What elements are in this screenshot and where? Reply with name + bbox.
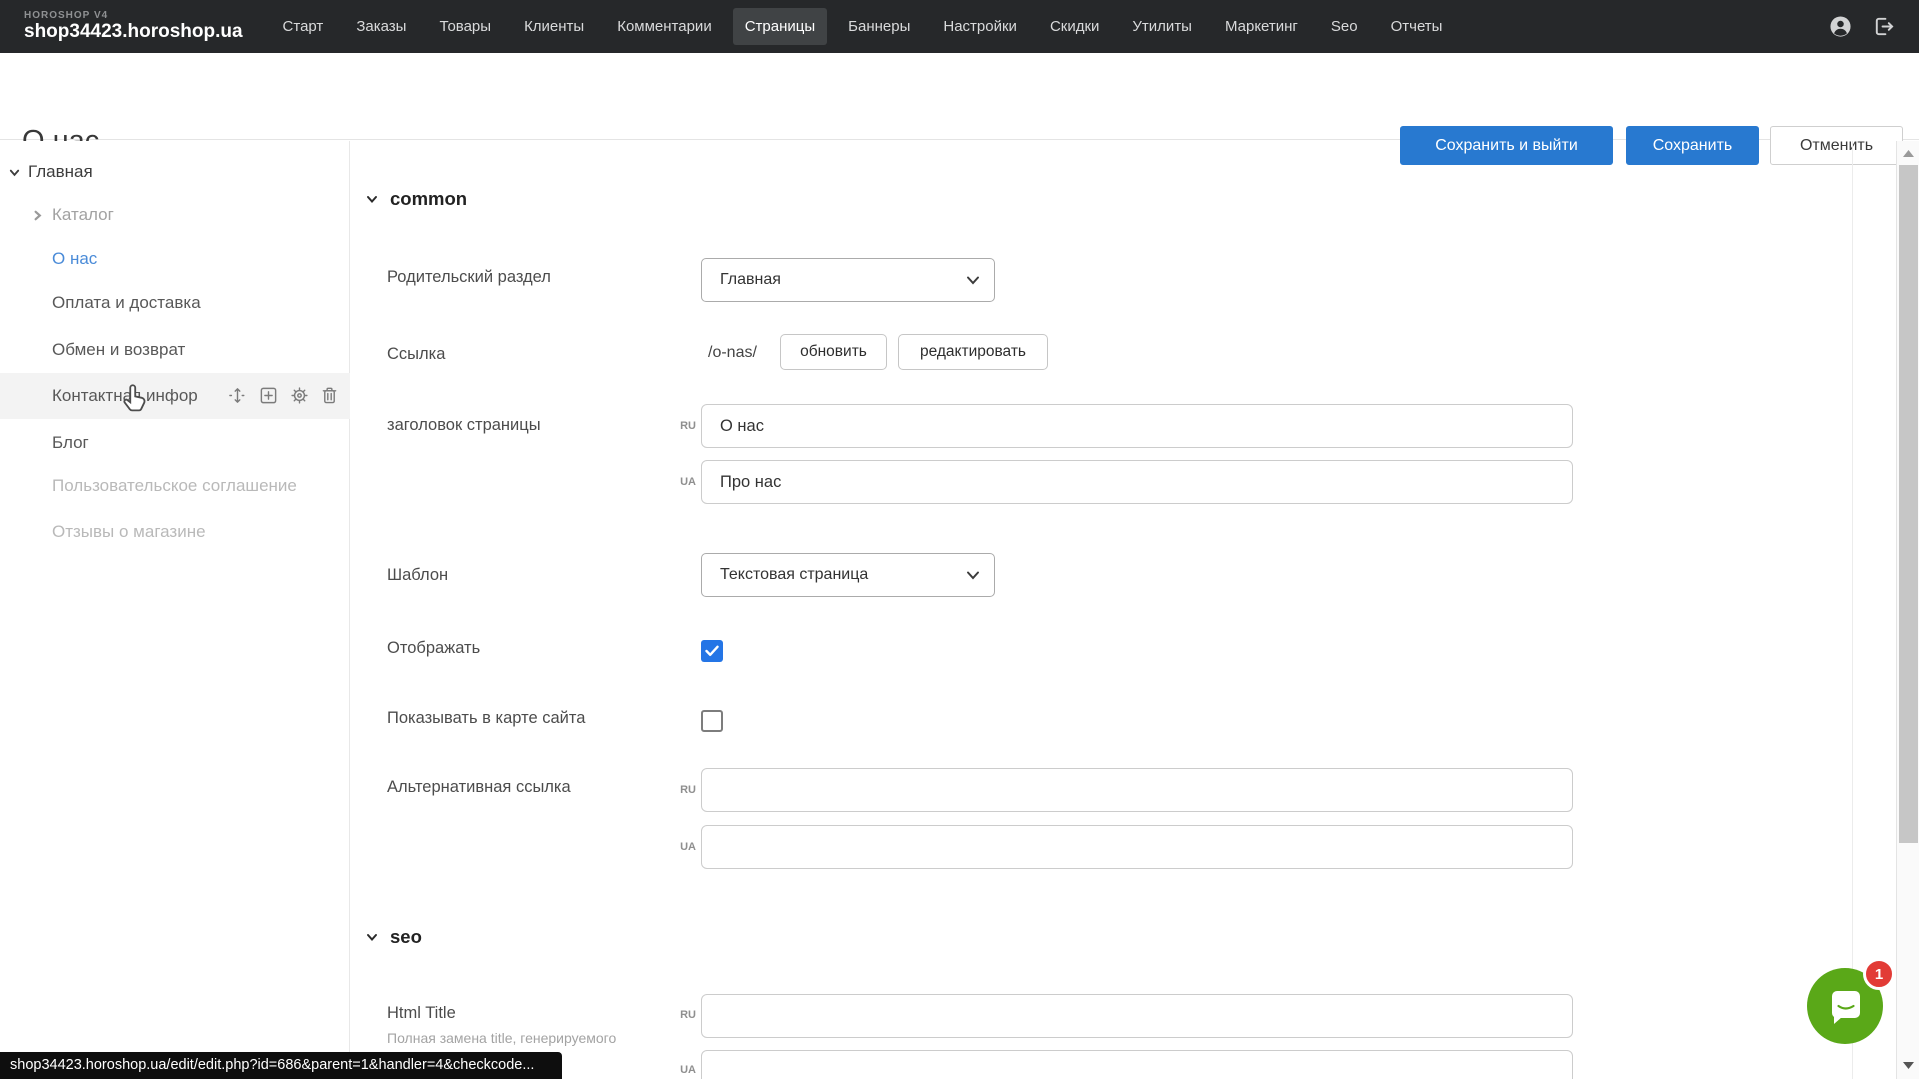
brand-logo: HOROSHOP V4 shop34423.horoshop.ua <box>24 11 243 41</box>
chevron-down-icon <box>365 930 379 944</box>
settings-gear-icon[interactable] <box>290 386 309 405</box>
scroll-down-arrow[interactable] <box>1897 1055 1919 1075</box>
alt-link-ru-input[interactable] <box>701 768 1573 812</box>
pages-tree-sidebar: Главная Каталог О нас Оплата и доставка … <box>0 141 350 1079</box>
link-preview-statusbar: shop34423.horoshop.ua/edit/edit.php?id=6… <box>0 1052 562 1079</box>
menu-item-products[interactable]: Товары <box>427 8 503 45</box>
html-title-label: Html Title <box>387 1004 456 1023</box>
menu-item-banners[interactable]: Баннеры <box>836 8 922 45</box>
menu-item-marketing[interactable]: Маркетинг <box>1213 8 1310 45</box>
template-label: Шаблон <box>387 566 448 585</box>
alt-link-label: Альтернативная ссылка <box>387 778 571 797</box>
chat-notification-badge: 1 <box>1863 958 1895 990</box>
menu-item-clients[interactable]: Клиенты <box>512 8 596 45</box>
delete-trash-icon[interactable] <box>321 386 338 405</box>
sitemap-label: Показывать в карте сайта <box>387 709 585 728</box>
tree-item-o-nas[interactable]: О нас <box>0 237 350 281</box>
lang-badge-ru: RU <box>664 420 696 432</box>
brand-domain-label: shop34423.horoshop.ua <box>24 22 243 42</box>
link-edit-button[interactable]: редактировать <box>898 334 1048 370</box>
triangle-down-icon <box>1903 1062 1914 1069</box>
chevron-down-icon <box>966 275 980 285</box>
tree-item-blog[interactable]: Блог <box>0 421 350 465</box>
menu-item-reports[interactable]: Отчеты <box>1379 8 1455 45</box>
html-title-hint: Полная замена title, генерируемого <box>387 1030 616 1046</box>
menu-item-discounts[interactable]: Скидки <box>1038 8 1111 45</box>
chevron-down-icon <box>8 166 21 179</box>
chevron-right-icon <box>31 209 44 222</box>
lang-badge-ua: UA <box>664 841 696 853</box>
chevron-down-icon <box>365 192 379 206</box>
scroll-up-arrow[interactable] <box>1897 143 1919 163</box>
html-title-ru-input[interactable] <box>701 994 1573 1038</box>
page-title-ua-input[interactable] <box>701 460 1573 504</box>
user-account-icon[interactable] <box>1829 15 1852 38</box>
section-seo-header[interactable]: seo <box>365 926 422 948</box>
link-update-button[interactable]: обновить <box>780 334 887 370</box>
tree-item-glavnaya[interactable]: Главная <box>0 150 350 194</box>
menu-item-settings[interactable]: Настройки <box>931 8 1029 45</box>
logout-icon[interactable] <box>1872 15 1895 38</box>
triangle-up-icon <box>1903 150 1914 157</box>
tree-item-katalog[interactable]: Каталог <box>0 193 350 237</box>
checkmark-icon <box>705 645 719 657</box>
link-path-value: /o-nas/ <box>708 344 757 362</box>
top-navigation-bar: HOROSHOP V4 shop34423.horoshop.ua Старт … <box>0 0 1919 53</box>
page-title-field-label: заголовок страницы <box>387 416 541 435</box>
lang-badge-ru: RU <box>664 784 696 796</box>
section-common-header[interactable]: common <box>365 188 467 210</box>
page-scrollbar[interactable] <box>1896 141 1919 1079</box>
tree-item-polzovatelskoe-soglashenie[interactable]: Пользовательское соглашение <box>0 464 350 508</box>
cursor-pointer-icon <box>120 382 152 416</box>
parent-section-select[interactable]: Главная <box>701 258 995 302</box>
alt-link-ua-input[interactable] <box>701 825 1573 869</box>
lang-badge-ua: UA <box>664 1064 696 1076</box>
menu-item-comments[interactable]: Комментарии <box>605 8 723 45</box>
html-title-ua-input[interactable] <box>701 1050 1573 1079</box>
menu-item-start[interactable]: Старт <box>271 8 336 45</box>
menu-item-orders[interactable]: Заказы <box>344 8 418 45</box>
add-page-icon[interactable] <box>259 386 278 405</box>
tree-item-oplata-dostavka[interactable]: Оплата и доставка <box>0 281 350 325</box>
page-header: О нас Сохранить и выйти Сохранить Отмени… <box>0 53 1919 140</box>
chevron-down-icon <box>966 570 980 580</box>
sitemap-checkbox[interactable] <box>701 710 723 732</box>
page-title-ru-input[interactable] <box>701 404 1573 448</box>
link-label: Ссылка <box>387 345 445 364</box>
tree-item-otzyvy-o-magazine[interactable]: Отзывы о магазине <box>0 510 350 554</box>
content-right-border <box>1852 141 1853 1079</box>
tree-item-obmen-vozvrat[interactable]: Обмен и возврат <box>0 328 350 372</box>
main-menu: Старт Заказы Товары Клиенты Комментарии … <box>271 8 1455 45</box>
menu-item-utilities[interactable]: Утилиты <box>1120 8 1204 45</box>
display-label: Отображать <box>387 639 480 658</box>
template-select[interactable]: Текстовая страница <box>701 553 995 597</box>
tree-item-kontaktnaya-info[interactable]: Контактная инфор <box>0 373 350 419</box>
move-icon[interactable] <box>228 386 247 405</box>
menu-item-pages[interactable]: Страницы <box>733 8 827 45</box>
lang-badge-ua: UA <box>664 476 696 488</box>
display-checkbox[interactable] <box>701 640 723 662</box>
cancel-button[interactable]: Отменить <box>1770 126 1903 165</box>
menu-item-seo[interactable]: Seo <box>1319 8 1370 45</box>
save-and-exit-button[interactable]: Сохранить и выйти <box>1400 126 1613 165</box>
scrollbar-thumb[interactable] <box>1899 165 1918 843</box>
parent-section-label: Родительский раздел <box>387 268 551 287</box>
lang-badge-ru: RU <box>664 1009 696 1021</box>
save-button[interactable]: Сохранить <box>1626 126 1759 165</box>
